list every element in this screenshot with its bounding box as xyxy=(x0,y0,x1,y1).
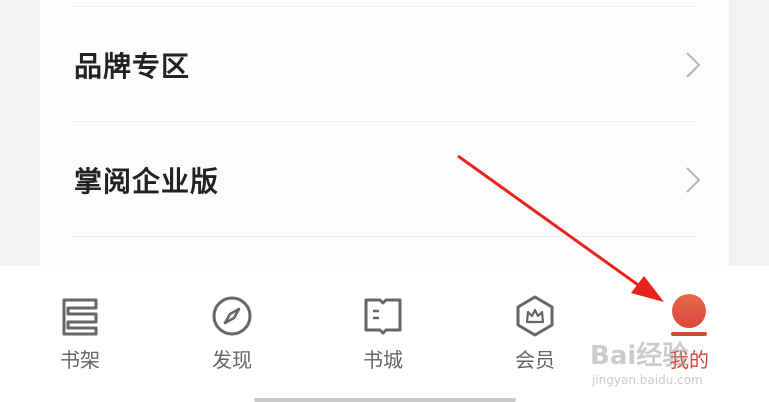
tab-label: 发现 xyxy=(212,348,252,372)
menu-item-enterprise[interactable]: 掌阅企业版 xyxy=(40,123,729,237)
profile-icon xyxy=(671,294,707,336)
tab-label: 书城 xyxy=(363,348,403,372)
menu-item-brand-zone[interactable]: 品牌专区 xyxy=(40,8,729,122)
right-background xyxy=(729,0,769,266)
watermark-text: Bai经验 xyxy=(590,341,689,371)
menu-item-label: 品牌专区 xyxy=(74,50,191,83)
home-indicator xyxy=(254,398,516,402)
tab-label: 会员 xyxy=(515,348,555,372)
tab-discover[interactable]: 发现 xyxy=(182,266,282,402)
divider xyxy=(73,121,696,122)
menu-item-label: 掌阅企业版 xyxy=(74,165,220,198)
watermark: Bai经验 jingyan.baidu.com xyxy=(590,333,765,393)
divider xyxy=(73,236,696,237)
tab-label: 书架 xyxy=(60,348,100,372)
bookshelf-icon xyxy=(62,298,98,336)
divider xyxy=(73,6,696,7)
chevron-right-icon xyxy=(686,167,701,193)
book-icon xyxy=(364,298,402,335)
watermark-url: jingyan.baidu.com xyxy=(592,373,703,387)
tab-membership[interactable]: 会员 xyxy=(485,266,585,402)
compass-icon xyxy=(212,296,252,336)
tab-bookshelf[interactable]: 书架 xyxy=(30,266,130,402)
crown-hexagon-icon xyxy=(516,295,554,337)
chevron-right-icon xyxy=(686,52,701,78)
tab-bookstore[interactable]: 书城 xyxy=(333,266,433,402)
left-background xyxy=(0,0,40,266)
